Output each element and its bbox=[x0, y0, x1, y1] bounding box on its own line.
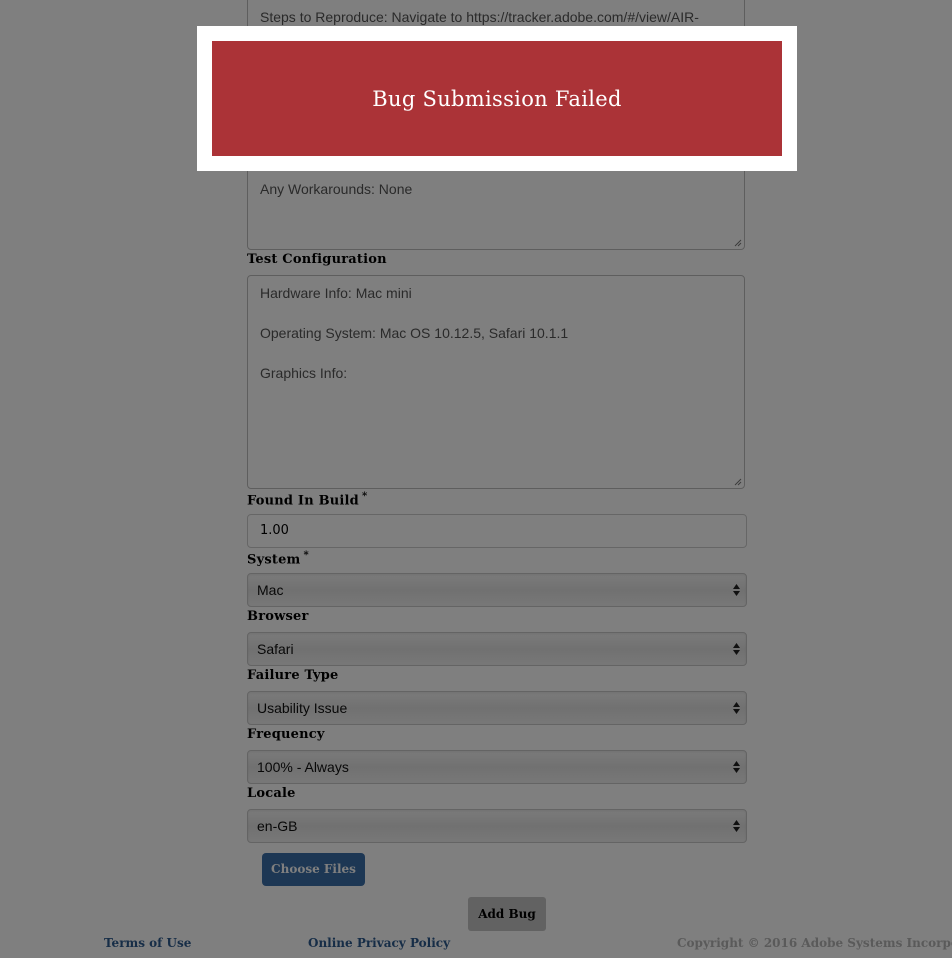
error-message: Bug Submission Failed bbox=[372, 86, 622, 111]
error-banner: Bug Submission Failed bbox=[212, 41, 782, 156]
error-modal: Bug Submission Failed bbox=[197, 26, 797, 171]
